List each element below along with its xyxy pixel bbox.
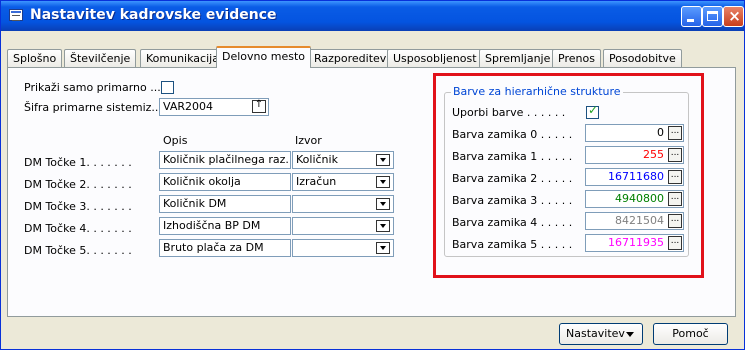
close-icon: ×	[728, 7, 741, 25]
tab-stevilcenje[interactable]: Številčenje	[64, 49, 137, 67]
chevron-down-icon[interactable]	[376, 220, 390, 232]
dm-row-4-description[interactable]: Izhodiščna BP DM	[159, 217, 291, 235]
chevron-down-icon[interactable]	[376, 242, 390, 254]
description-column-header: Opis	[163, 134, 188, 147]
show-primary-checkbox[interactable]	[161, 81, 174, 94]
chevron-down-icon[interactable]	[376, 176, 390, 188]
tab-prenos[interactable]: Prenos	[552, 49, 601, 67]
maximize-icon	[707, 11, 718, 21]
dm-row-2-label: DM Točke 2. . . . . . .	[24, 178, 132, 191]
lookup-arrow-icon[interactable]: ↑	[252, 100, 266, 113]
dm-row-5-description[interactable]: Bruto plača za DM	[159, 239, 291, 257]
tab-splosno[interactable]: Splošno	[7, 49, 63, 67]
minimize-button[interactable]	[681, 6, 702, 27]
tab-spremljanje[interactable]: Spremljanje	[479, 49, 557, 67]
system-code-label: Šifra primarne sistemiz...	[24, 101, 162, 114]
chevron-down-icon[interactable]	[376, 198, 390, 210]
dm-row-1-source-value: Količnik	[296, 153, 338, 166]
dm-row-5-label: DM Točke 5. . . . . . .	[24, 244, 132, 257]
dm-row-2-source-value: Izračun	[296, 175, 337, 188]
dm-row-2-source[interactable]: Izračun	[292, 173, 394, 191]
settings-window: Nastavitev kadrovske evidence × Splošno …	[0, 0, 745, 350]
dm-row-4-source[interactable]	[292, 217, 394, 235]
maximize-button[interactable]	[702, 6, 723, 27]
dm-row-1-label: DM Točke 1. . . . . . .	[24, 156, 132, 169]
dm-row-1-source[interactable]: Količnik	[292, 151, 394, 169]
close-button[interactable]: ×	[723, 6, 744, 27]
tab-delovno-mesto[interactable]: Delovno mesto	[216, 46, 311, 68]
help-button[interactable]: Pomoč	[653, 323, 728, 345]
dm-row-3-label: DM Točke 3. . . . . . .	[24, 200, 132, 213]
minimize-icon	[687, 19, 694, 22]
settings-menu-button[interactable]: Nastavitev	[559, 323, 643, 345]
chevron-down-icon[interactable]	[376, 154, 390, 166]
dm-row-3-description[interactable]: Količnik DM	[159, 195, 291, 213]
dm-row-2-description[interactable]: Količnik okolja	[159, 173, 291, 191]
show-primary-label: Prikaži samo primarno ...	[24, 81, 161, 94]
dm-row-3-source[interactable]	[292, 195, 394, 213]
source-column-header: Izvor	[295, 134, 322, 147]
tab-posodobitve[interactable]: Posodobitve	[603, 49, 682, 67]
system-code-value: VAR2004	[163, 100, 213, 113]
dm-row-4-label: DM Točke 4. . . . . . .	[24, 222, 132, 235]
title-bar[interactable]: Nastavitev kadrovske evidence ×	[1, 1, 744, 31]
system-code-field[interactable]: VAR2004 ↑	[159, 98, 269, 116]
form-icon	[9, 9, 23, 21]
settings-button-label: Nastavitev	[566, 327, 625, 340]
chevron-down-icon	[626, 332, 634, 337]
dm-row-5-source[interactable]	[292, 239, 394, 257]
tab-usposobljenost[interactable]: Usposobljenost	[387, 49, 483, 67]
tab-komunikacija[interactable]: Komunikacija	[140, 49, 225, 67]
highlight-annotation-box	[433, 73, 704, 278]
dm-row-1-description[interactable]: Količnik plačilnega raz...	[159, 151, 291, 169]
window-title: Nastavitev kadrovske evidence	[30, 7, 277, 23]
tab-razporeditev[interactable]: Razporeditev	[308, 49, 393, 67]
